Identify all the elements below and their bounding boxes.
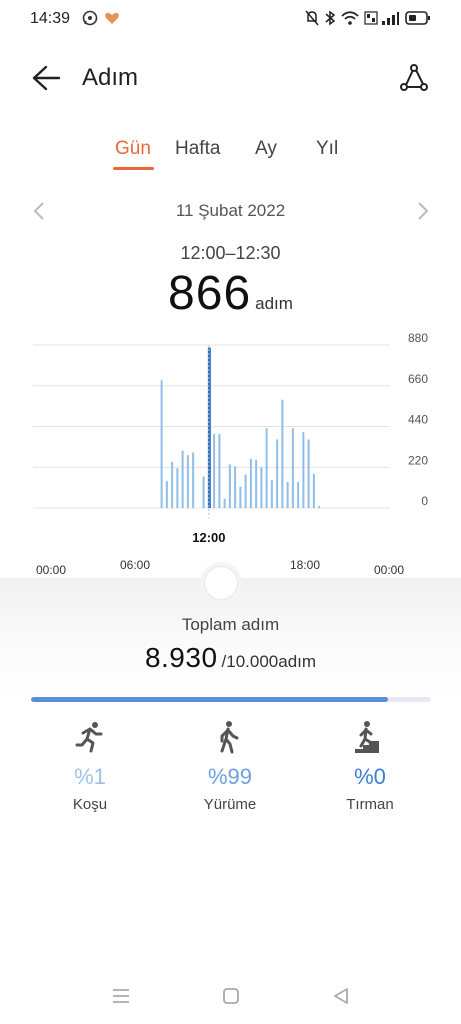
- chart-bar: [260, 467, 263, 508]
- selected-date: 11 Şubat 2022: [175, 201, 286, 220]
- tab-week[interactable]: Hafta: [175, 138, 220, 160]
- menu-nav-button[interactable]: [108, 983, 134, 1009]
- chart-bar: [192, 452, 195, 508]
- chart-bar: [202, 476, 205, 508]
- back-nav-button[interactable]: [328, 983, 354, 1009]
- x-tick-label: 18:00: [290, 558, 320, 572]
- walking-label: Yürüme: [203, 796, 257, 813]
- chart-bar: [265, 428, 268, 508]
- chart-bar: [270, 480, 273, 508]
- chevron-right-icon: [418, 202, 429, 220]
- selected-steps-unit: adım: [255, 294, 293, 313]
- menu-icon: [113, 989, 129, 1003]
- status-bar: 14:39: [0, 0, 461, 40]
- x-tick-label: 00:00: [36, 563, 66, 577]
- chart-bar: [244, 474, 247, 508]
- page-title: Adım: [82, 64, 139, 91]
- climbing-icon: [353, 720, 387, 754]
- chart-bar: [297, 482, 300, 508]
- climbing-percent: %0: [354, 764, 386, 789]
- activity-running: %1 Koşu: [40, 720, 140, 813]
- chart-bar: [255, 459, 258, 508]
- chart-bar: [213, 433, 216, 508]
- steps-bar-chart[interactable]: 880 660 440 220 0 12:00 00:00 06:00 18:00 00:00: [0, 325, 461, 585]
- battery-icon: [405, 10, 431, 31]
- chart-bar: [207, 347, 211, 508]
- y-tick-label: 440: [408, 413, 428, 427]
- chart-bar: [286, 482, 289, 508]
- chart-bar: [165, 481, 168, 508]
- total-steps: 8.930/10.000adım: [0, 642, 461, 674]
- wifi-icon: [341, 10, 359, 31]
- chart-bar: [239, 486, 242, 508]
- selected-steps-value: 866: [168, 267, 252, 320]
- chart-bar: [249, 458, 252, 508]
- chart-bar: [307, 439, 310, 508]
- activity-walking: %99 Yürüme: [180, 720, 280, 813]
- running-label: Koşu: [72, 796, 108, 813]
- x-tick-label: 00:00: [374, 563, 404, 577]
- chart-bar: [312, 473, 315, 508]
- running-icon: [73, 720, 107, 754]
- y-tick-label: 0: [421, 494, 428, 508]
- chart-bar: [276, 439, 279, 508]
- mute-bell-icon: [305, 10, 319, 31]
- tab-month[interactable]: Ay: [255, 138, 277, 160]
- selected-time-range: 12:00–12:30: [180, 243, 281, 263]
- chart-bar: [318, 506, 321, 508]
- signal-icon: [381, 10, 399, 31]
- x-tick-label: 06:00: [120, 558, 150, 572]
- back-button[interactable]: [30, 62, 62, 94]
- home-square-icon: [223, 988, 239, 1004]
- chart-bar: [234, 466, 237, 508]
- back-arrow-icon: [32, 65, 61, 91]
- y-tick-label: 880: [408, 331, 428, 345]
- active-tab-indicator: [113, 167, 154, 170]
- chart-bar: [171, 461, 174, 508]
- home-nav-button[interactable]: [218, 983, 244, 1009]
- running-percent: %1: [74, 764, 106, 789]
- volte-icon: [364, 10, 378, 31]
- tab-day[interactable]: Gün: [115, 138, 151, 160]
- walking-icon: [213, 720, 247, 754]
- steps-goal: /10.000adım: [221, 652, 317, 671]
- chart-bar: [176, 468, 179, 508]
- status-time: 14:39: [30, 10, 71, 27]
- next-day-button[interactable]: [414, 200, 432, 222]
- chart-bar: [218, 433, 221, 508]
- climbing-label: Tırman: [346, 796, 394, 813]
- steps-screen: 14:39 Adım Gün Hafta Ay Yıl 11 Şubat 202…: [0, 0, 461, 1024]
- health-heart-icon: [104, 10, 120, 31]
- chart-bar: [181, 450, 184, 508]
- activity-climbing: %0 Tırman: [320, 720, 420, 813]
- chart-bar: [281, 399, 284, 508]
- back-triangle-icon: [334, 988, 348, 1004]
- bluetooth-icon: [324, 10, 336, 31]
- walking-percent: %99: [207, 764, 253, 789]
- selected-time-label: 12:00: [192, 530, 225, 545]
- chart-bar: [223, 498, 226, 508]
- y-tick-label: 220: [408, 453, 428, 467]
- y-tick-label: 660: [408, 372, 428, 386]
- tab-year[interactable]: Yıl: [316, 138, 338, 160]
- total-steps-value: 8.930: [144, 642, 218, 673]
- chart-bar: [302, 432, 305, 508]
- chart-scrubber-handle[interactable]: [205, 567, 237, 599]
- chart-bar: [186, 455, 189, 508]
- goal-progress-bar: [31, 697, 431, 702]
- chart-bar: [160, 380, 163, 508]
- route-button[interactable]: [398, 62, 430, 94]
- chart-bar: [228, 464, 231, 508]
- chart-bar: [291, 428, 294, 508]
- whatsapp-icon: [82, 10, 98, 31]
- goal-progress-fill: [31, 697, 389, 702]
- selected-steps: 866 adım: [0, 266, 461, 321]
- total-steps-label: Toplam adım: [181, 615, 280, 634]
- route-icon: [400, 64, 428, 91]
